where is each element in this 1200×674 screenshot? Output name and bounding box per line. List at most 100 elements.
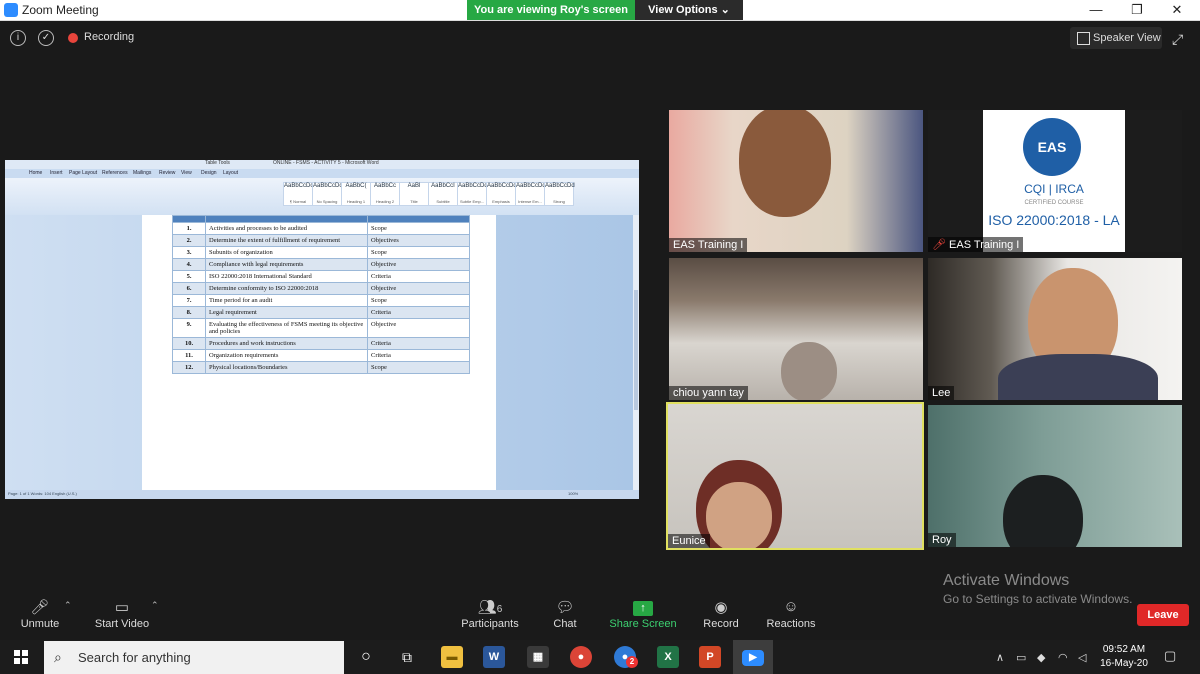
style-emphasis[interactable]: AaBbCcDd Emphasis	[486, 182, 517, 206]
grid-icon	[1077, 32, 1090, 45]
view-options-button[interactable]: View Options ⌄	[635, 0, 743, 20]
taskbar-search[interactable]: ⌕ Search for anything	[44, 641, 344, 674]
speaker-view-label: Speaker View	[1093, 32, 1161, 44]
participant-name-text: EAS Training I	[949, 239, 1020, 251]
leave-button[interactable]: Leave	[1137, 604, 1189, 626]
ribbon-tab[interactable]: References	[102, 170, 128, 176]
participant-name: EAS Training I	[669, 238, 748, 252]
table-cell-number: 11.	[172, 349, 206, 362]
video-tile-active-speaker[interactable]: Eunice	[666, 402, 924, 550]
participant-video	[739, 110, 831, 217]
style-heading-2[interactable]: AaBbCc Heading 2	[370, 182, 400, 206]
style-sample: AaBbCcDd	[545, 183, 575, 189]
info-icon[interactable]: i	[10, 30, 26, 46]
clock-time: 09:52 AM	[1102, 644, 1146, 655]
dropbox-icon[interactable]: ◆	[1037, 651, 1045, 664]
table-row: 1. Activities and processes to be audited…	[172, 222, 470, 235]
video-tile[interactable]: chiou yann tay	[669, 258, 923, 400]
reactions-icon: ☺	[783, 598, 799, 615]
taskbar-clock[interactable]: 09:52 AM 16-May-20	[1097, 643, 1151, 671]
style-name: Subtle Emp...	[459, 199, 484, 204]
style-title[interactable]: AaBl Title	[399, 182, 429, 206]
scrollbar-thumb[interactable]	[634, 290, 638, 410]
volume-icon[interactable]: ◁	[1078, 651, 1086, 664]
table-cell-category: Scope	[367, 361, 470, 374]
notifications-icon[interactable]: ▢	[1164, 648, 1176, 664]
viewing-screen-banner: You are viewing Roy's screen	[467, 0, 635, 20]
reactions-button[interactable]: ☺ Reactions	[764, 598, 818, 630]
speaker-view-button[interactable]: Speaker View	[1070, 27, 1162, 49]
table-row: 10. Procedures and work instructions Crite…	[172, 337, 470, 350]
participant-name: chiou yann tay	[669, 386, 748, 400]
windows-start-icon[interactable]	[14, 650, 28, 664]
battery-icon[interactable]: ▭	[1016, 651, 1026, 664]
table-cell-number: 4.	[172, 258, 206, 271]
table-cell-category: Objective	[367, 318, 470, 338]
table-row: 11. Organization requirements Criteria	[172, 349, 470, 362]
audio-options-chevron-icon[interactable]: ⌃	[64, 600, 72, 611]
share-screen-button[interactable]: ↑ Share Screen	[609, 598, 677, 630]
style-intense-emphasis[interactable]: AaBbCcDd Intense Em...	[515, 182, 546, 206]
ribbon-tab[interactable]: Page Layout	[69, 170, 97, 176]
excel-icon[interactable]: X	[657, 646, 679, 668]
style-no-spacing[interactable]: AaBbCcDc No Spacing	[312, 182, 342, 206]
video-tile[interactable]: EAS Training I	[669, 110, 923, 252]
tray-overflow-chevron-icon[interactable]: ∧	[996, 651, 1004, 664]
chat-button[interactable]: 💬︎ Chat	[545, 598, 585, 630]
unmute-button[interactable]: 🎤︎ Unmute	[16, 598, 64, 630]
zoom-app-icon	[4, 3, 18, 17]
style-heading-1[interactable]: AaBbC( Heading 1	[341, 182, 371, 206]
style-subtle-emphasis[interactable]: AaBbCcDd Subtle Emp...	[457, 182, 488, 206]
table-cell-category: Scope	[367, 294, 470, 307]
style-strong[interactable]: AaBbCcDd Strong	[544, 182, 575, 206]
ribbon-tab[interactable]: Review	[159, 170, 175, 176]
word-icon[interactable]: W	[483, 646, 505, 668]
calculator-icon[interactable]: ▦	[527, 646, 549, 668]
minimize-button[interactable]: —	[1073, 0, 1119, 20]
video-options-chevron-icon[interactable]: ⌃	[151, 600, 159, 611]
style-normal[interactable]: AaBbCcDc ¶ Normal	[283, 182, 313, 206]
powerpoint-icon[interactable]: P	[699, 646, 721, 668]
document-scrollbar[interactable]	[633, 215, 639, 490]
ribbon-tab[interactable]: Mailings	[133, 170, 151, 176]
ribbon-tab[interactable]: Design	[201, 170, 217, 176]
shared-screen: Table Tools ONLINE - FSMS - ACTIVITY 5 -…	[5, 160, 639, 499]
ribbon-tab[interactable]: View	[181, 170, 192, 176]
wifi-icon[interactable]: ◠	[1058, 651, 1068, 664]
ribbon-tab[interactable]: Layout	[223, 170, 238, 176]
ribbon-tab[interactable]: Home	[29, 170, 42, 176]
record-button[interactable]: ◉ Record	[700, 598, 742, 630]
cortana-icon[interactable]: ○	[355, 646, 377, 668]
video-tile[interactable]: Lee	[928, 258, 1182, 400]
style-sample: AaBbCcDd	[458, 183, 488, 189]
style-sample: AaBbC(	[345, 183, 367, 189]
participant-name: Eunice	[668, 534, 710, 548]
table-cell-category: Scope	[367, 222, 470, 235]
unmute-label: Unmute	[20, 618, 60, 630]
style-subtitle[interactable]: AaBbCcI Subtitle	[428, 182, 458, 206]
fullscreen-icon[interactable]: ⤢	[1172, 31, 1183, 48]
task-view-icon[interactable]: ⧉	[396, 646, 418, 668]
table-cell-category: Objective	[367, 282, 470, 295]
file-explorer-icon[interactable]: ▬	[441, 646, 463, 668]
video-tile[interactable]: Roy	[928, 405, 1182, 547]
muted-mic-icon: 🎤︎	[932, 239, 950, 251]
table-cell-activity: Determine the extent of fulfillment of r…	[205, 234, 368, 247]
table-cell-number: 8.	[172, 306, 206, 319]
table-cell-number: 6.	[172, 282, 206, 295]
ribbon-tab[interactable]: Insert	[50, 170, 63, 176]
style-name: Heading 1	[346, 199, 366, 204]
window-titlebar: Zoom Meeting You are viewing Roy's scree…	[0, 0, 1200, 21]
table-cell-activity: ISO 22000:2018 International Standard	[205, 270, 368, 283]
participant-name: 🎤︎ EAS Training I	[928, 237, 1024, 252]
zoom-taskbar-icon[interactable]: ▶	[733, 640, 773, 674]
chrome-icon[interactable]: ●	[570, 646, 592, 668]
start-video-button[interactable]: ▭ Start Video	[92, 598, 152, 630]
shield-icon[interactable]: ✓	[38, 30, 54, 46]
chrome-profile-icon[interactable]: ● 2	[614, 646, 638, 668]
video-tile[interactable]: EAS CQI | IRCA CERTIFIED COURSE ISO 2200…	[928, 110, 1182, 252]
close-button[interactable]: ✕	[1154, 0, 1200, 20]
taskbar-search-input[interactable]: Search for anything	[78, 650, 191, 665]
table-cell-number: 12.	[172, 361, 206, 374]
participants-button[interactable]: 👥︎6 Participants	[460, 598, 520, 630]
